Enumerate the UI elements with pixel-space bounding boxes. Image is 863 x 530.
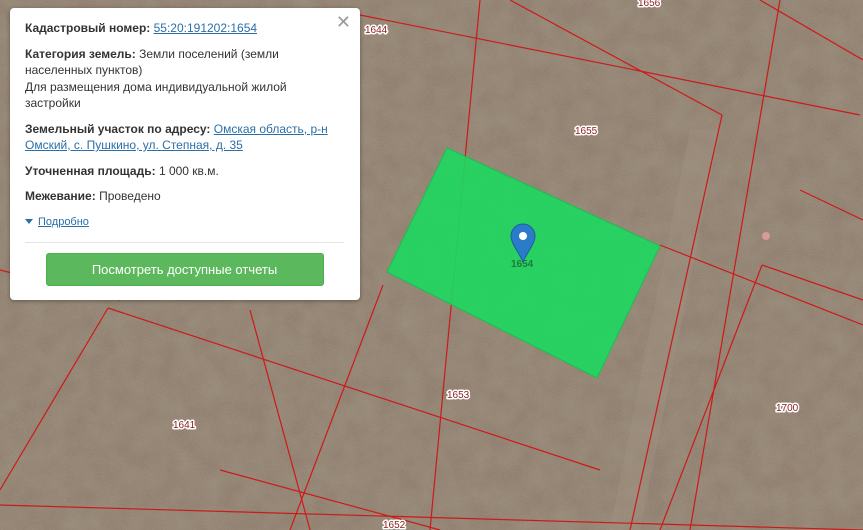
survey-label: Межевание: [25, 189, 96, 203]
area-value: 1 000 кв.м. [158, 163, 219, 178]
area-label: Уточненная площадь: [25, 163, 156, 178]
parcel-label-1652: 1652 [383, 520, 406, 530]
survey-value: Проведено [99, 189, 161, 203]
map-point [762, 232, 770, 240]
parcel-label-1644: 1644 [365, 25, 388, 36]
parcel-label-1656: 1656 [638, 0, 661, 9]
permitted-use-value: Для размещения дома индивидуальной жилой… [25, 79, 287, 111]
close-icon[interactable]: ✕ [336, 13, 351, 31]
address-row: Земельный участок по адресу: Омская обла… [25, 121, 344, 154]
details-link[interactable]: Подробно [38, 214, 89, 231]
cadastral-number-row: Кадастровый номер: 55:20:191202:1654 [25, 20, 344, 37]
survey-row: Межевание: Проведено [25, 188, 344, 205]
area-row: Уточненная площадь: 1 000 кв.м. [25, 163, 344, 180]
land-category-row: Категория земель: Земли поселений (земли… [25, 46, 344, 112]
view-reports-button[interactable]: Посмотреть доступные отчеты [45, 253, 324, 286]
triangle-down-icon [25, 219, 33, 225]
popup-divider [25, 242, 344, 243]
parcel-label-1653: 1653 [447, 390, 470, 401]
parcel-label-1700: 1700 [776, 403, 799, 414]
parcel-label-1655: 1655 [575, 126, 598, 137]
cadastral-number-link[interactable]: 55:20:191202:1654 [154, 21, 257, 35]
details-toggle[interactable]: Подробно [25, 214, 344, 231]
parcel-info-popup: ✕ Кадастровый номер: 55:20:191202:1654 К… [10, 8, 360, 300]
parcel-label-1641: 1641 [173, 420, 196, 431]
address-label: Земельный участок по адресу: [25, 121, 211, 136]
land-category-label: Категория земель: [25, 46, 136, 61]
cadastral-number-label: Кадастровый номер: [25, 21, 151, 35]
